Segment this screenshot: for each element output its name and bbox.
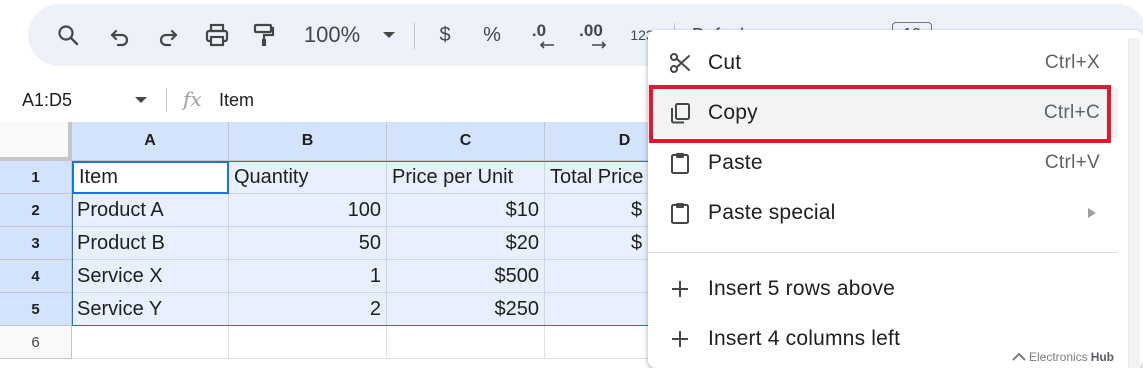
menu-item-label: Insert 4 columns left xyxy=(708,327,901,350)
cell-c1[interactable]: Price per Unit xyxy=(387,161,545,194)
zoom-dropdown-button[interactable] xyxy=(378,4,400,66)
scissors-icon xyxy=(670,53,690,73)
cell-c6[interactable] xyxy=(387,326,545,359)
arrow-left-icon xyxy=(539,41,554,49)
cell-b6[interactable] xyxy=(229,326,387,359)
row-header-6[interactable]: 6 xyxy=(0,326,72,359)
toolbar-divider xyxy=(414,23,415,49)
plus-icon xyxy=(672,281,688,297)
context-menu: Cut Ctrl+X Copy Ctrl+C Paste Ctrl+V Past… xyxy=(648,30,1143,368)
menu-item-copy[interactable]: Copy Ctrl+C xyxy=(648,88,1118,138)
undo-button[interactable] xyxy=(106,4,134,66)
decrease-decimal-label: .0 xyxy=(531,21,547,40)
redo-icon xyxy=(159,29,178,47)
watermark: Electronics Hub xyxy=(1012,350,1114,364)
column-header-a[interactable]: A xyxy=(72,122,229,161)
copy-icon xyxy=(671,103,690,124)
cell-c4[interactable]: $500 xyxy=(387,260,545,293)
cell-a3[interactable]: Product B xyxy=(72,227,229,260)
select-all-corner[interactable] xyxy=(0,122,72,161)
menu-item-label: Paste special xyxy=(708,201,836,224)
decrease-decimal-button[interactable]: .0 xyxy=(523,4,555,66)
name-box[interactable]: A1:D5 xyxy=(22,78,72,122)
cell-b4[interactable]: 1 xyxy=(229,260,387,293)
paint-format-icon xyxy=(253,23,275,46)
cell-c5[interactable]: $250 xyxy=(387,293,545,326)
increase-decimal-button[interactable]: .00 xyxy=(573,4,609,66)
fx-icon: fx xyxy=(183,87,202,111)
menu-item-paste-special[interactable]: Paste special xyxy=(648,188,1118,238)
row-header-4[interactable]: 4 xyxy=(0,260,72,293)
row-header-2[interactable]: 2 xyxy=(0,194,72,227)
cell-a4[interactable]: Service X xyxy=(72,260,229,293)
cell-a1[interactable]: Item xyxy=(72,161,229,194)
submenu-arrow-icon xyxy=(1088,208,1096,218)
dropdown-arrow-icon xyxy=(383,32,395,38)
menu-item-shortcut: Ctrl+C xyxy=(1043,102,1100,123)
cell-b2[interactable]: 100 xyxy=(229,194,387,227)
menu-item-label: Paste xyxy=(708,151,763,174)
cell-c3[interactable]: $20 xyxy=(387,227,545,260)
cell-a6[interactable] xyxy=(72,326,229,359)
paint-format-button[interactable] xyxy=(250,4,278,66)
watermark-prefix: Electronics xyxy=(1029,350,1088,364)
increase-decimal-label: .00 xyxy=(579,21,603,40)
zoom-value: 100% xyxy=(303,22,361,47)
currency-format-button[interactable]: $ xyxy=(433,4,457,66)
plus-icon xyxy=(672,331,688,347)
percent-format-button[interactable]: % xyxy=(480,4,504,66)
cell-b1[interactable]: Quantity xyxy=(229,161,387,194)
menu-divider xyxy=(648,252,1118,253)
search-menus-button[interactable] xyxy=(54,4,82,66)
cell-b3[interactable]: 50 xyxy=(229,227,387,260)
print-button[interactable] xyxy=(202,4,232,66)
cell-c2[interactable]: $10 xyxy=(387,194,545,227)
menu-item-label: Insert 5 rows above xyxy=(708,277,896,300)
arrow-right-icon xyxy=(592,41,607,49)
column-header-b[interactable]: B xyxy=(229,122,387,161)
row-header-1[interactable]: 1 xyxy=(0,161,72,194)
menu-item-paste[interactable]: Paste Ctrl+V xyxy=(648,138,1118,188)
menu-item-label: Copy xyxy=(708,101,758,124)
dollar-icon: $ xyxy=(439,23,451,46)
menu-item-label: Cut xyxy=(708,51,742,74)
clipboard-icon xyxy=(671,153,689,174)
menu-item-shortcut: Ctrl+X xyxy=(1044,52,1100,73)
logo-icon xyxy=(1012,352,1026,361)
redo-button[interactable] xyxy=(154,4,182,66)
percent-icon: % xyxy=(483,23,501,46)
undo-icon xyxy=(110,29,129,47)
cell-a2[interactable]: Product A xyxy=(72,194,229,227)
search-icon xyxy=(58,25,79,46)
row-header-3[interactable]: 3 xyxy=(0,227,72,260)
column-header-c[interactable]: C xyxy=(387,122,545,161)
cell-a5[interactable]: Service Y xyxy=(72,293,229,326)
clipboard-icon xyxy=(671,203,689,224)
formula-input[interactable]: Item xyxy=(219,78,254,122)
cell-b5[interactable]: 2 xyxy=(229,293,387,326)
name-box-dropdown-icon[interactable] xyxy=(134,96,148,104)
row-header-5[interactable]: 5 xyxy=(0,293,72,326)
formula-bar-divider xyxy=(166,88,167,112)
menu-item-shortcut: Ctrl+V xyxy=(1044,152,1100,173)
zoom-select[interactable]: 100% xyxy=(298,4,366,66)
menu-item-cut[interactable]: Cut Ctrl+X xyxy=(648,38,1118,88)
print-icon xyxy=(205,23,229,47)
menu-scrollbar[interactable] xyxy=(1128,38,1140,368)
menu-item-insert-rows-above[interactable]: Insert 5 rows above xyxy=(648,264,1118,314)
watermark-suffix: Hub xyxy=(1090,350,1115,364)
